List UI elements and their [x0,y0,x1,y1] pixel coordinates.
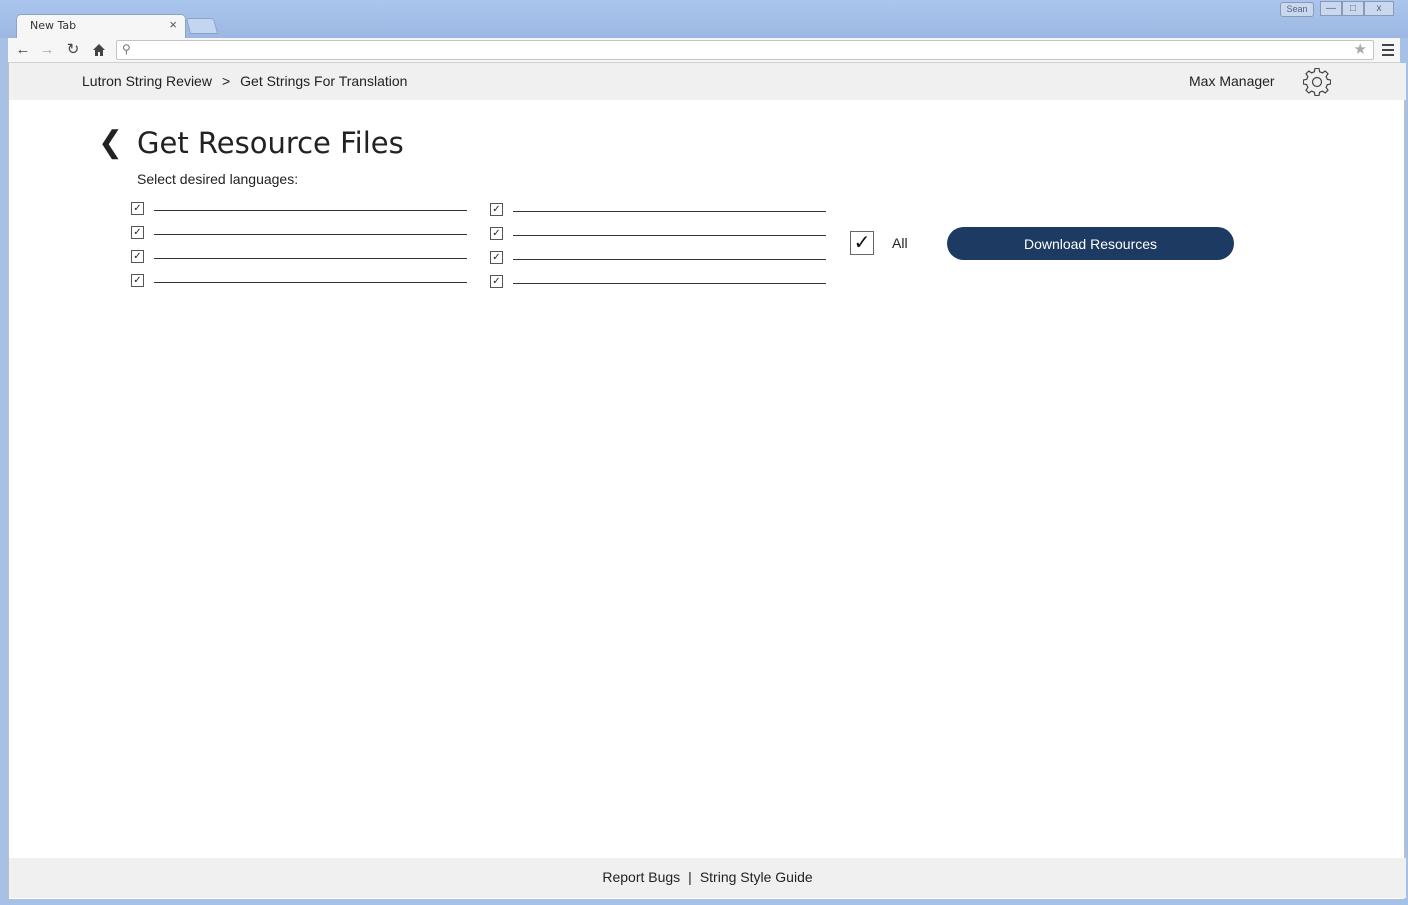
browser-toolbar: ← → ↻ ⚲ ★ [8,38,1400,63]
language-name-placeholder [513,235,826,236]
language-checkbox[interactable]: ✓ [490,251,503,264]
breadcrumb: Lutron String Review > Get Strings For T… [82,73,407,89]
gear-icon[interactable] [1302,67,1332,97]
maximize-button[interactable]: □ [1342,1,1364,16]
language-name-placeholder [513,283,826,284]
title-bar: New Tab × Sean — □ x [0,0,1408,38]
language-checkbox[interactable]: ✓ [490,227,503,240]
home-icon[interactable] [90,41,108,59]
minimize-button[interactable]: — [1320,1,1342,16]
address-bar[interactable]: ⚲ ★ [116,40,1374,60]
browser-tab[interactable]: New Tab × [16,14,186,38]
language-checkbox[interactable]: ✓ [131,274,144,287]
reload-icon[interactable]: ↻ [64,41,82,59]
string-style-guide-link[interactable]: String Style Guide [700,869,813,885]
select-languages-label: Select desired languages: [137,171,299,187]
user-profile-badge[interactable]: Sean [1280,2,1314,17]
tab-close-icon[interactable]: × [169,17,177,32]
app-header: Lutron String Review > Get Strings For T… [9,63,1406,100]
search-icon: ⚲ [122,42,131,56]
breadcrumb-separator: > [221,73,231,89]
footer-separator: | [688,869,692,885]
browser-window: New Tab × Sean — □ x ← → ↻ ⚲ ★ Lutron St… [0,0,1408,905]
tab-title: New Tab [30,19,77,32]
back-chevron-icon[interactable]: ❮ [98,128,123,158]
language-name-placeholder [513,259,826,260]
close-window-button[interactable]: x [1364,1,1394,16]
bookmark-star-icon[interactable]: ★ [1354,40,1367,58]
language-checkbox[interactable]: ✓ [131,250,144,263]
language-checkbox[interactable]: ✓ [490,275,503,288]
page-viewport: Lutron String Review > Get Strings For T… [8,63,1406,899]
page-title: Get Resource Files [137,126,404,160]
language-checkbox[interactable]: ✓ [490,203,503,216]
language-name-placeholder [513,211,826,212]
download-resources-button[interactable]: Download Resources [947,227,1234,260]
language-name-placeholder [154,210,467,211]
report-bugs-link[interactable]: Report Bugs [602,869,680,885]
breadcrumb-item-current[interactable]: Get Strings For Translation [240,73,407,89]
language-name-placeholder [154,258,467,259]
back-arrow-icon[interactable]: ← [14,41,32,59]
breadcrumb-item-home[interactable]: Lutron String Review [82,73,212,89]
select-all-checkbox[interactable]: ✓ [850,231,874,255]
language-name-placeholder [154,234,467,235]
language-checkbox[interactable]: ✓ [131,226,144,239]
browser-menu-icon[interactable] [1380,41,1396,59]
forward-arrow-icon[interactable]: → [38,41,56,59]
select-all-label: All [892,235,908,251]
window-controls: — □ x [1320,1,1400,17]
language-name-placeholder [154,282,467,283]
user-name[interactable]: Max Manager [1189,73,1275,89]
page-footer: Report Bugs | String Style Guide [9,858,1406,898]
new-tab-button[interactable] [185,18,219,34]
language-checkbox[interactable]: ✓ [131,202,144,215]
